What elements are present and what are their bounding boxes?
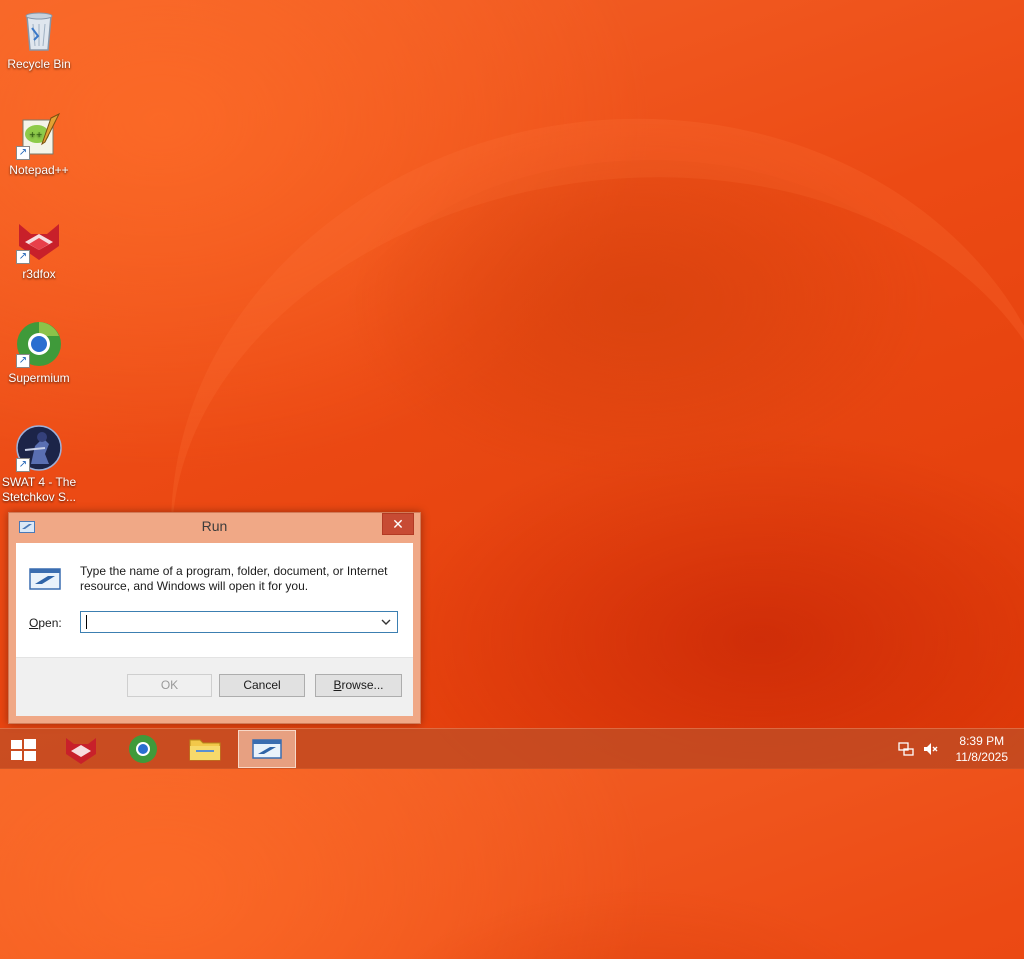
taskbar-clock[interactable]: 8:39 PM 11/8/2025 (956, 733, 1009, 765)
taskbar-item-supermium[interactable] (114, 730, 172, 768)
r3dfox-icon (66, 738, 96, 764)
browse-button[interactable]: Browse... (315, 674, 402, 697)
shortcut-arrow-icon: ↗ (16, 146, 30, 160)
volume-muted-icon[interactable] (922, 741, 938, 757)
desktop-icon-recycle-bin[interactable]: Recycle Bin (0, 6, 78, 72)
run-button-bar: OK Cancel Browse... (16, 657, 413, 716)
desktop-icon-label: r3dfox (22, 267, 56, 281)
r3dfox-icon: ↗ (15, 216, 63, 264)
run-dialog-title: Run (201, 518, 228, 534)
run-titlebar[interactable]: Run ✕ (9, 513, 420, 541)
run-icon (252, 739, 282, 759)
chevron-down-icon[interactable] (378, 613, 394, 631)
recycle-bin-icon (15, 6, 63, 54)
desktop-icon-label: SWAT 4 - The Stetchkov S... (1, 475, 77, 504)
desktop-icon-supermium[interactable]: ↗ Supermium (0, 320, 78, 386)
shortcut-arrow-icon: ↗ (16, 458, 30, 472)
swat4-icon: ↗ (15, 424, 63, 472)
open-input[interactable] (85, 614, 375, 630)
run-description: Type the name of a program, folder, docu… (80, 564, 388, 593)
clock-date: 11/8/2025 (955, 750, 1009, 764)
text-caret (86, 615, 87, 629)
taskbar-item-r3dfox[interactable] (52, 730, 110, 768)
wallpaper-wave (120, 61, 1024, 959)
folder-icon (189, 739, 221, 761)
close-icon: ✕ (392, 516, 404, 532)
ok-button[interactable]: OK (127, 674, 212, 697)
close-button[interactable]: ✕ (382, 513, 414, 535)
taskbar-item-run[interactable] (238, 730, 296, 768)
taskbar-item-file-explorer[interactable] (176, 730, 234, 768)
svg-text:++: ++ (29, 130, 42, 139)
cancel-button[interactable]: Cancel (219, 674, 305, 697)
shortcut-arrow-icon: ↗ (16, 354, 30, 368)
network-icon[interactable] (898, 741, 914, 757)
start-button[interactable] (8, 737, 38, 763)
desktop-icon-notepad-plus-plus[interactable]: ++ ↗ Notepad++ (0, 112, 78, 178)
run-dialog[interactable]: Run ✕ Type the name of a program, folder… (8, 512, 421, 724)
desktop-icon-swat4[interactable]: ↗ SWAT 4 - The Stetchkov S... (0, 424, 78, 505)
desktop-icon-label: Recycle Bin (7, 57, 71, 71)
wallpaper-shade (330, 160, 970, 580)
windows-logo-icon (11, 739, 36, 761)
clock-time: 8:39 PM (959, 734, 1005, 748)
desktop-icon-r3dfox[interactable]: ↗ r3dfox (0, 216, 78, 282)
shortcut-arrow-icon: ↗ (16, 250, 30, 264)
supermium-icon (129, 735, 157, 763)
desktop-icon-label: Notepad++ (9, 163, 69, 177)
run-dialog-body: Type the name of a program, folder, docu… (16, 543, 413, 716)
open-label: Open: (29, 616, 62, 630)
desktop-icon-label: Supermium (8, 371, 70, 385)
run-app-icon (28, 565, 62, 593)
notepad-plus-plus-icon: ++ ↗ (15, 112, 63, 160)
supermium-icon: ↗ (15, 320, 63, 368)
taskbar: 8:39 PM 11/8/2025 (0, 728, 1024, 769)
open-combobox[interactable] (80, 611, 398, 633)
